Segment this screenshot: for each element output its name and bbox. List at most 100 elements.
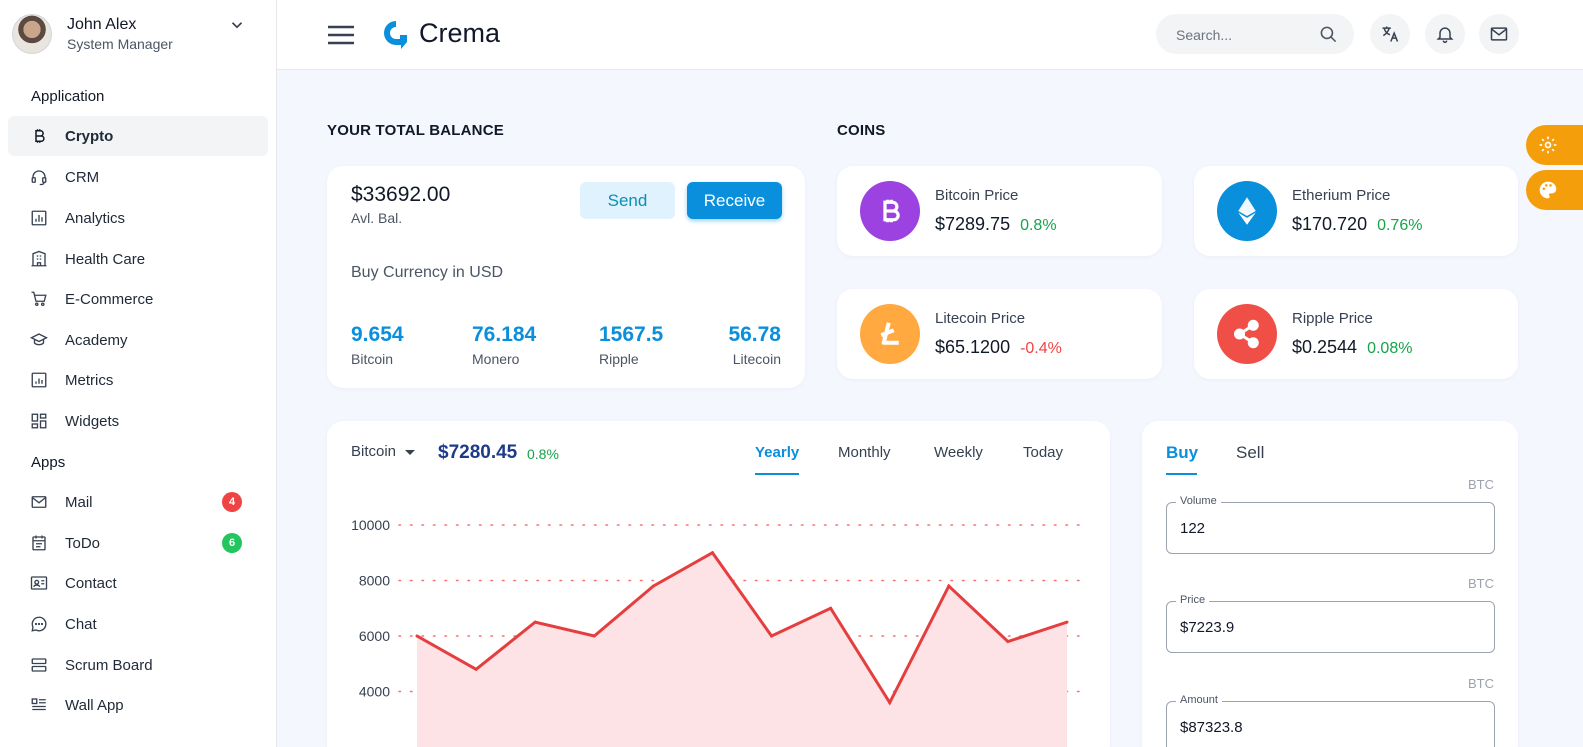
menu-icon[interactable] — [327, 24, 355, 46]
search-input[interactable]: Search... — [1156, 14, 1354, 54]
notifications-button[interactable] — [1425, 14, 1465, 54]
user-profile[interactable]: John Alex System Manager — [12, 14, 262, 56]
coin-change: 0.8% — [1020, 217, 1057, 234]
sidebar-item-chat[interactable]: Chat — [8, 604, 268, 644]
mail-icon — [31, 496, 47, 508]
bell-icon — [1436, 27, 1454, 44]
palette-icon — [1539, 181, 1557, 199]
price-field[interactable]: Price $7223.9 — [1166, 594, 1495, 653]
brand-name: Crema — [419, 18, 501, 48]
coin-price-row: $7289.75 0.8% — [935, 214, 1057, 235]
sidebar-item-label: Academy — [65, 332, 128, 349]
sidebar: John Alex System Manager Application Cry… — [0, 0, 277, 747]
coin-price: $170.720 — [1292, 214, 1368, 234]
data-point — [1006, 640, 1010, 644]
balance-subtitle: Avl. Bal. — [351, 210, 403, 226]
sidebar-item-label: Contact — [65, 575, 117, 592]
coin-select-value: Bitcoin — [351, 443, 397, 460]
coin-price-row: $65.1200 -0.4% — [935, 337, 1062, 358]
data-point — [1065, 620, 1069, 624]
sidebar-item-label: Crypto — [65, 128, 114, 145]
coins-section-title: COINS — [837, 122, 886, 139]
data-point — [592, 634, 596, 638]
coin-name: Bitcoin Price — [935, 187, 1019, 204]
tab-today[interactable]: Today — [1023, 444, 1063, 461]
nav-section-application: Application — [31, 88, 105, 105]
data-point — [710, 551, 714, 555]
tab-indicator — [755, 473, 799, 475]
sidebar-item-label: Widgets — [65, 413, 120, 430]
unread-badge: 4 — [222, 492, 242, 512]
sidebar-item-academy[interactable]: Academy — [8, 320, 268, 360]
send-button[interactable]: Send — [580, 182, 675, 219]
sidebar-item-metrics[interactable]: Metrics — [8, 360, 268, 400]
data-point — [888, 701, 892, 705]
amount-field[interactable]: Amount $87323.8 — [1166, 694, 1495, 747]
tab-yearly[interactable]: Yearly — [755, 444, 799, 461]
coin-card-litecoin[interactable]: Litecoin Price $65.1200 -0.4% — [837, 289, 1162, 379]
sidebar-item-crypto[interactable]: Crypto — [8, 116, 268, 156]
chart-change: 0.8% — [527, 446, 559, 462]
sidebar-item-e-commerce[interactable]: E-Commerce — [8, 279, 268, 319]
language-button[interactable] — [1370, 14, 1410, 54]
sidebar-item-crm[interactable]: CRM — [8, 157, 268, 197]
translate-icon — [1382, 26, 1399, 42]
balance-section-title: YOUR TOTAL BALANCE — [327, 122, 504, 139]
coin-name: Litecoin Price — [935, 310, 1026, 327]
litecoin-icon — [880, 322, 899, 345]
sidebar-item-mail[interactable]: Mail 4 — [8, 482, 268, 522]
sidebar-item-health-care[interactable]: Health Care — [8, 239, 268, 279]
coin-name: Etherium Price — [1292, 187, 1391, 204]
coin-card-ripple[interactable]: Ripple Price $0.2544 0.08% — [1194, 289, 1518, 379]
messages-button[interactable] — [1479, 14, 1519, 54]
ripple-icon — [1233, 319, 1259, 349]
field-value: $87323.8 — [1180, 719, 1243, 736]
tab-sell[interactable]: Sell — [1236, 443, 1264, 463]
data-point — [415, 634, 419, 638]
data-point — [770, 634, 774, 638]
tab-monthly[interactable]: Monthly — [838, 444, 891, 461]
coin-select[interactable]: Bitcoin — [351, 443, 416, 460]
coin-card-etherium[interactable]: Etherium Price $170.720 0.76% — [1194, 166, 1518, 256]
theme-float-button[interactable] — [1526, 170, 1583, 210]
balance-amount: $33692.00 — [351, 183, 451, 206]
sidebar-item-scrum-board[interactable]: Scrum Board — [8, 645, 268, 685]
sidebar-item-label: Chat — [65, 616, 97, 633]
sidebar-item-label: ToDo — [65, 535, 101, 552]
sidebar-item-todo[interactable]: ToDo 6 — [8, 523, 268, 563]
coin-price: $7289.75 — [935, 214, 1011, 234]
ethereum-icon — [1238, 197, 1256, 225]
receive-button[interactable]: Receive — [687, 182, 782, 219]
y-tick-label: 8000 — [359, 573, 390, 589]
sidebar-item-contact[interactable]: Contact — [8, 563, 268, 603]
coin-card-bitcoin[interactable]: Bitcoin Price $7289.75 0.8% — [837, 166, 1162, 256]
tab-weekly[interactable]: Weekly — [934, 444, 983, 461]
chart-price: $7280.45 — [438, 442, 518, 463]
crema-logo-icon — [384, 21, 407, 49]
coin-price-row: $0.2544 0.08% — [1292, 337, 1412, 358]
sidebar-item-analytics[interactable]: Analytics — [8, 198, 268, 238]
sidebar-item-wall-app[interactable]: Wall App — [8, 685, 268, 725]
tab-buy[interactable]: Buy — [1166, 443, 1198, 463]
coin-badge — [860, 304, 920, 364]
y-tick-label: 10000 — [351, 517, 390, 533]
sidebar-item-label: Mail — [65, 494, 93, 511]
sidebar-item-label: Health Care — [65, 251, 146, 268]
y-tick-label: 6000 — [359, 628, 390, 644]
search-icon[interactable] — [1319, 25, 1338, 44]
field-label: Price — [1176, 594, 1210, 606]
sidebar-item-widgets[interactable]: Widgets — [8, 401, 268, 441]
settings-float-button[interactable] — [1526, 125, 1583, 165]
avatar — [12, 14, 52, 54]
price-chart-card: Bitcoin $7280.45 0.8% Yearly Monthly Wee… — [327, 421, 1110, 747]
building-icon — [31, 250, 47, 267]
user-name: John Alex — [67, 16, 137, 33]
data-point — [474, 667, 478, 671]
volume-field[interactable]: Volume 122 — [1166, 495, 1495, 554]
mail-icon — [1490, 27, 1508, 41]
gear-icon — [1539, 136, 1557, 154]
coin-change: 0.08% — [1367, 340, 1413, 357]
amount-unit: BTC — [1468, 676, 1494, 691]
chevron-down-icon[interactable] — [228, 16, 246, 34]
currency-bitcoin: 9.654 Bitcoin — [351, 323, 404, 367]
